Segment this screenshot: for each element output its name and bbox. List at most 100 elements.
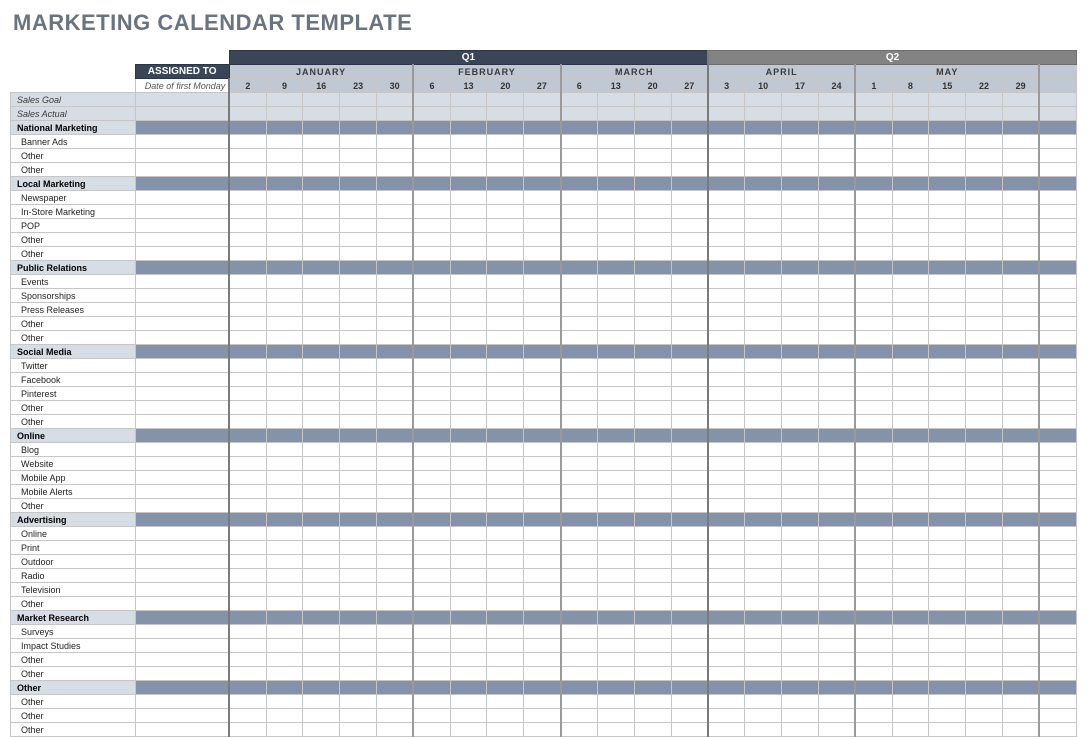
grid-cell[interactable]	[524, 709, 561, 723]
grid-cell[interactable]	[892, 695, 929, 709]
grid-cell[interactable]	[634, 191, 671, 205]
grid-cell[interactable]	[892, 401, 929, 415]
grid-cell[interactable]	[1039, 107, 1076, 121]
grid-cell[interactable]	[524, 191, 561, 205]
grid-cell[interactable]	[561, 191, 598, 205]
grid-cell[interactable]	[745, 219, 782, 233]
grid-cell[interactable]	[303, 247, 340, 261]
grid-cell[interactable]	[818, 653, 855, 667]
grid-cell[interactable]	[634, 667, 671, 681]
grid-cell[interactable]	[708, 303, 745, 317]
grid-cell[interactable]	[892, 247, 929, 261]
grid-cell[interactable]	[377, 457, 414, 471]
grid-cell[interactable]	[450, 317, 487, 331]
grid-cell[interactable]	[413, 611, 450, 625]
grid-cell[interactable]	[929, 359, 966, 373]
grid-cell[interactable]	[229, 527, 266, 541]
grid-cell[interactable]	[1002, 527, 1039, 541]
grid-cell[interactable]	[929, 625, 966, 639]
grid-cell[interactable]	[1039, 191, 1076, 205]
grid-cell[interactable]	[1039, 233, 1076, 247]
grid-cell[interactable]	[782, 247, 819, 261]
grid-cell[interactable]	[229, 443, 266, 457]
grid-cell[interactable]	[818, 541, 855, 555]
grid-cell[interactable]	[377, 681, 414, 695]
grid-cell[interactable]	[1039, 317, 1076, 331]
grid-cell[interactable]	[524, 177, 561, 191]
grid-cell[interactable]	[818, 219, 855, 233]
grid-cell[interactable]	[303, 541, 340, 555]
grid-cell[interactable]	[229, 219, 266, 233]
grid-cell[interactable]	[303, 261, 340, 275]
grid-cell[interactable]	[745, 303, 782, 317]
grid-cell[interactable]	[892, 667, 929, 681]
grid-cell[interactable]	[1002, 177, 1039, 191]
grid-cell[interactable]	[782, 415, 819, 429]
grid-cell[interactable]	[450, 121, 487, 135]
grid-cell[interactable]	[966, 639, 1003, 653]
grid-cell[interactable]	[966, 681, 1003, 695]
grid-cell[interactable]	[1002, 275, 1039, 289]
grid-cell[interactable]	[597, 149, 634, 163]
grid-cell[interactable]	[892, 135, 929, 149]
grid-cell[interactable]	[782, 653, 819, 667]
grid-cell[interactable]	[487, 471, 524, 485]
grid-cell[interactable]	[1039, 359, 1076, 373]
grid-cell[interactable]	[487, 163, 524, 177]
grid-cell[interactable]	[745, 429, 782, 443]
grid-cell[interactable]	[708, 583, 745, 597]
grid-cell[interactable]	[340, 709, 377, 723]
grid-cell[interactable]	[782, 121, 819, 135]
grid-cell[interactable]	[708, 275, 745, 289]
grid-cell[interactable]	[818, 345, 855, 359]
grid-cell[interactable]	[303, 695, 340, 709]
grid-cell[interactable]	[303, 569, 340, 583]
grid-cell[interactable]	[413, 387, 450, 401]
grid-cell[interactable]	[487, 513, 524, 527]
grid-cell[interactable]	[524, 149, 561, 163]
grid-cell[interactable]	[340, 247, 377, 261]
grid-cell[interactable]	[561, 471, 598, 485]
grid-cell[interactable]	[303, 163, 340, 177]
grid-cell[interactable]	[708, 709, 745, 723]
grid-cell[interactable]	[487, 219, 524, 233]
grid-cell[interactable]	[266, 121, 303, 135]
grid-cell[interactable]	[266, 359, 303, 373]
grid-cell[interactable]	[561, 653, 598, 667]
grid-cell[interactable]	[561, 247, 598, 261]
grid-cell[interactable]	[303, 401, 340, 415]
grid-cell[interactable]	[1002, 359, 1039, 373]
grid-cell[interactable]	[745, 555, 782, 569]
grid-cell[interactable]	[818, 415, 855, 429]
grid-cell[interactable]	[229, 317, 266, 331]
grid-cell[interactable]	[1002, 499, 1039, 513]
grid-cell[interactable]	[340, 177, 377, 191]
grid-cell[interactable]	[340, 569, 377, 583]
grid-cell[interactable]	[745, 107, 782, 121]
grid-cell[interactable]	[561, 555, 598, 569]
grid-cell[interactable]	[855, 345, 892, 359]
grid-cell[interactable]	[708, 499, 745, 513]
grid-cell[interactable]	[561, 709, 598, 723]
grid-cell[interactable]	[229, 373, 266, 387]
grid-cell[interactable]	[966, 303, 1003, 317]
grid-cell[interactable]	[818, 177, 855, 191]
grid-cell[interactable]	[966, 93, 1003, 107]
grid-cell[interactable]	[671, 485, 708, 499]
grid-cell[interactable]	[340, 443, 377, 457]
grid-cell[interactable]	[708, 513, 745, 527]
grid-cell[interactable]	[966, 373, 1003, 387]
grid-cell[interactable]	[855, 107, 892, 121]
grid-cell[interactable]	[745, 191, 782, 205]
grid-cell[interactable]	[966, 205, 1003, 219]
grid-cell[interactable]	[708, 289, 745, 303]
assigned-to-cell[interactable]	[135, 233, 229, 247]
grid-cell[interactable]	[561, 429, 598, 443]
grid-cell[interactable]	[303, 303, 340, 317]
grid-cell[interactable]	[450, 177, 487, 191]
grid-cell[interactable]	[966, 527, 1003, 541]
assigned-to-cell[interactable]	[135, 275, 229, 289]
grid-cell[interactable]	[782, 527, 819, 541]
grid-cell[interactable]	[892, 639, 929, 653]
grid-cell[interactable]	[1002, 471, 1039, 485]
